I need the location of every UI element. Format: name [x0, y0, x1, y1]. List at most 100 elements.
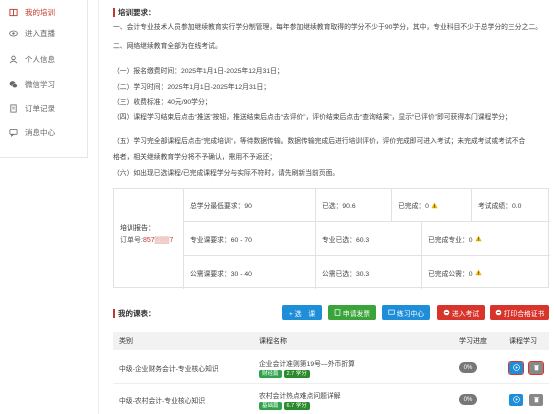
warning-icon — [474, 269, 482, 276]
order-number: 订单号:857▒▒▒7 — [120, 235, 183, 247]
requirement-line: （五）学习完全部课程后点击“完成培训”，等待数据传输。数据传输完成后进行培训评价… — [113, 138, 526, 145]
table-row: 中级-农村会计-专业核心知识 农村会计热点难点问题详解 基础篇 6.7 学分 0% — [113, 384, 549, 414]
header-study: 课程学习 — [509, 338, 537, 345]
professional-requirement: 专业课要求：60 - 70 — [184, 222, 316, 255]
sidebar-item-wechat[interactable]: 微信学习 — [0, 72, 88, 96]
print-certificate-button[interactable]: 打印合格证书 — [490, 305, 549, 320]
play-icon — [512, 396, 520, 403]
select-course-button[interactable]: + 选 课 — [282, 305, 322, 320]
sidebar-item-profile[interactable]: 个人信息 — [0, 47, 88, 71]
order-label: 订单号: — [120, 237, 143, 244]
delete-button[interactable] — [529, 393, 543, 406]
total-selected: 已选：90.6 — [316, 189, 392, 221]
professional-completed: 已完成专业：0 — [428, 236, 473, 244]
sidebar: 我的培训 进入直播 个人信息 微信学习 订单记录 消息中心 — [0, 0, 88, 158]
print-icon — [495, 309, 501, 316]
sidebar-item-label: 我的培训 — [25, 7, 55, 17]
enter-exam-label: 进入考试 — [451, 310, 480, 318]
course-tags: 财经篇 2.7 学分 — [259, 369, 312, 378]
apply-invoice-label: 申请发票 — [342, 310, 371, 318]
course-tags: 基础篇 6.7 学分 — [259, 401, 312, 410]
exam-icon — [443, 309, 450, 316]
requirement-line: （三）收费标准：40元/90学分； — [113, 99, 212, 106]
document-icon — [8, 103, 18, 113]
requirement-line: 格者，相关继续教育学分将不予确认，需用不予返还； — [113, 154, 277, 161]
course-tag: 基础篇 — [259, 401, 282, 410]
print-certificate-label: 打印合格证书 — [503, 310, 545, 318]
header-course-name: 课程名称 — [259, 338, 287, 345]
requirement-line: 二、网络继续教育全部为在线考试。 — [113, 43, 222, 50]
course-name-cell: 企业会计准则第19号—外币折算 财经篇 2.7 学分 — [253, 352, 453, 383]
course-category: 中级-企业财务会计-专业核心知识 — [119, 365, 219, 373]
play-button[interactable] — [509, 393, 523, 406]
practice-center-button[interactable]: 练习中心 — [382, 305, 430, 320]
trash-icon — [533, 365, 539, 371]
total-completed: 已完成：0 — [398, 203, 429, 210]
requirement-line: 一、会计专业技术人员参加继续教育实行学分制管理，每年参加继续教育取得的学分不少于… — [113, 24, 542, 31]
trash-icon — [533, 397, 539, 403]
user-icon — [8, 54, 18, 64]
select-course-label: + 选 课 — [288, 310, 316, 318]
requirements-title: 培训要求： — [113, 8, 156, 17]
course-name[interactable]: 企业会计准则第19号—外币折算 — [259, 358, 355, 368]
warning-icon — [474, 235, 482, 242]
professional-completed-cell: 已完成专业：0 — [422, 222, 550, 255]
course-category: 中级-农村会计-专业核心知识 — [119, 397, 206, 405]
sidebar-item-label: 个人信息 — [25, 54, 55, 64]
requirement-line: （二）学习时间：2025年1月1日-2025年12月31日； — [113, 84, 271, 91]
report-label: 培训报告： — [120, 225, 155, 232]
play-icon — [512, 364, 520, 371]
courses-title: 我的课表： — [113, 309, 156, 318]
apply-invoice-button[interactable]: 申请发票 — [328, 305, 376, 320]
requirement-line: （四）课程学习结束后点击“推送”按钮，推送结束后点击“去评价”，评价结束后点击“… — [113, 114, 512, 121]
requirement-line: （一）报名缴费时间：2025年1月1日-2025年12月31日； — [113, 68, 284, 75]
training-report: 培训报告： 订单号:857▒▒▒7 总学分最低要求：90 已选：90.6 已完成… — [113, 188, 550, 289]
message-icon — [8, 127, 18, 137]
enter-exam-button[interactable]: 进入考试 — [437, 305, 485, 320]
study-actions — [503, 384, 549, 414]
professional-selected: 专业已选：60.3 — [316, 222, 422, 255]
eye-icon — [8, 28, 18, 38]
monitor-icon — [388, 309, 395, 315]
report-label-cell: 培训报告： 订单号:857▒▒▒7 — [114, 189, 184, 289]
sidebar-item-label: 微信学习 — [25, 79, 55, 89]
play-button[interactable] — [508, 360, 524, 375]
report-row-professional: 专业课要求：60 - 70 专业已选：60.3 已完成专业：0 — [184, 222, 550, 256]
sidebar-item-orders[interactable]: 订单记录 — [0, 96, 88, 120]
table-row: 中级-企业财务会计-专业核心知识 企业会计准则第19号—外币折算 财经篇 2.7 … — [113, 352, 549, 384]
progress-cell: 0% — [453, 384, 503, 414]
practice-center-label: 练习中心 — [396, 310, 425, 318]
header-category: 类别 — [119, 338, 133, 345]
credit-tag: 2.7 学分 — [283, 369, 310, 378]
invoice-icon — [334, 309, 341, 316]
sidebar-item-label: 消息中心 — [25, 127, 55, 137]
total-credit-requirement: 总学分最低要求：90 — [184, 189, 316, 221]
progress-cell: 0% — [453, 352, 503, 383]
table-header: 类别 课程名称 学习进度 课程学习 — [113, 332, 549, 350]
progress-badge: 0% — [459, 394, 477, 405]
sidebar-item-label: 进入直播 — [25, 28, 55, 38]
study-actions — [503, 352, 549, 383]
progress-badge: 0% — [459, 362, 477, 373]
wechat-icon — [8, 79, 18, 89]
course-name[interactable]: 农村会计热点难点问题详解 — [259, 390, 341, 400]
report-row-total: 总学分最低要求：90 已选：90.6 已完成：0 考试成绩：0.0 — [184, 189, 550, 222]
book-icon — [8, 7, 18, 17]
order-value: 857▒▒▒7 — [142, 237, 174, 244]
main-content: 培训要求： 一、会计专业技术人员参加继续教育实行学分制管理，每年参加继续教育取得… — [98, 0, 554, 414]
public-requirement: 公需课要求：30 - 40 — [184, 256, 316, 289]
requirement-line: （六）如出现已选课程/已完成课程学分与实际不符时，请先刷新当前页面。 — [113, 170, 340, 177]
public-selected: 公需已选：30.3 — [316, 256, 422, 289]
delete-button[interactable] — [528, 360, 544, 375]
sidebar-item-label: 订单记录 — [25, 103, 55, 113]
public-completed: 已完成公需：0 — [428, 270, 473, 278]
report-row-public: 公需课要求：30 - 40 公需已选：30.3 已完成公需：0 — [184, 256, 550, 289]
exam-score: 考试成绩：0.0 — [478, 203, 522, 210]
public-completed-cell: 已完成公需：0 — [422, 256, 550, 289]
sidebar-item-messages[interactable]: 消息中心 — [0, 120, 88, 144]
header-progress: 学习进度 — [459, 338, 487, 345]
course-name-cell: 农村会计热点难点问题详解 基础篇 6.7 学分 — [253, 384, 453, 414]
course-tag: 财经篇 — [259, 369, 282, 378]
sidebar-item-live[interactable]: 进入直播 — [0, 21, 88, 45]
total-completed-cell: 已完成：0 — [392, 189, 472, 221]
